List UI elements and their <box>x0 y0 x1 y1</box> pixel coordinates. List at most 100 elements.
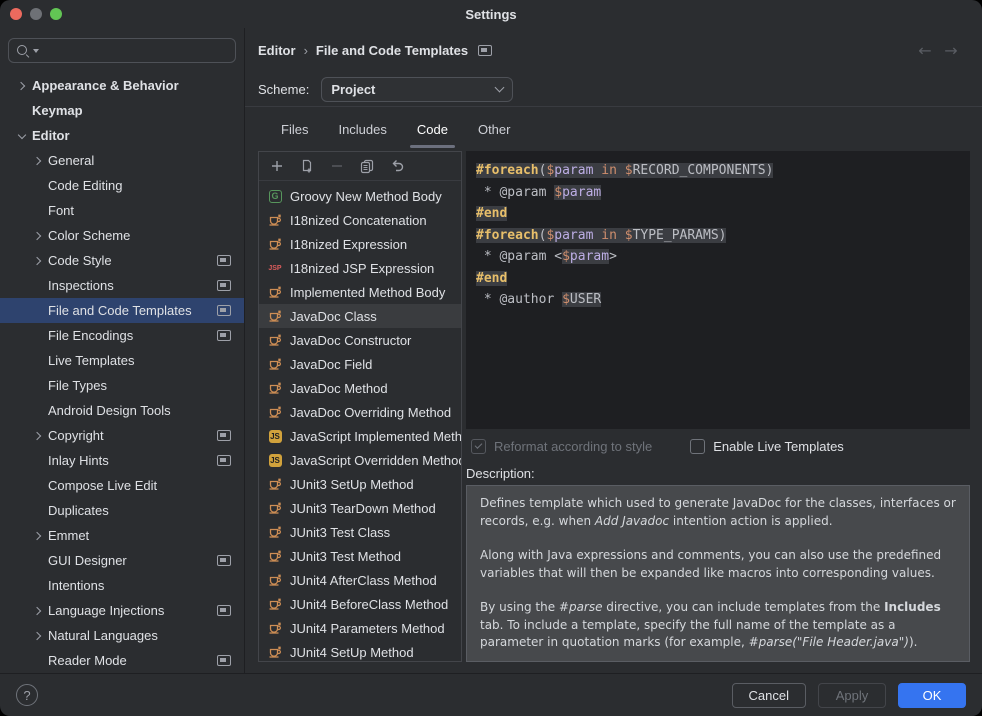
sidebar-item-code-style[interactable]: Code Style <box>0 248 244 273</box>
template-list-item[interactable]: JavaDoc Class <box>259 304 461 328</box>
settings-content: Editor › File and Code Templates ← → Sch… <box>245 28 982 673</box>
enable-live-templates-option[interactable]: Enable Live Templates <box>690 439 844 454</box>
template-list-item[interactable]: JUnit3 Test Class <box>259 520 461 544</box>
tree-chevron-right-icon[interactable] <box>12 83 32 89</box>
sidebar-item-color-scheme[interactable]: Color Scheme <box>0 223 244 248</box>
tree-chevron-right-icon[interactable] <box>28 233 48 239</box>
template-list-item[interactable]: JavaDoc Method <box>259 376 461 400</box>
duplicate-template-button[interactable] <box>355 155 379 177</box>
search-icon[interactable] <box>15 43 31 59</box>
reset-to-default-icon[interactable] <box>385 155 409 177</box>
sidebar-item-gui-designer[interactable]: GUI Designer <box>0 548 244 573</box>
scheme-row: Scheme: Project <box>258 72 982 106</box>
sidebar-item-reader-mode[interactable]: Reader Mode <box>0 648 244 673</box>
template-list-item[interactable]: JUnit4 SetUp Method <box>259 640 461 661</box>
ok-button[interactable]: OK <box>898 683 966 708</box>
template-name: I18nized Expression <box>290 237 407 252</box>
settings-search-field[interactable] <box>8 38 236 63</box>
template-list-item[interactable]: JUnit3 TearDown Method <box>259 496 461 520</box>
template-tabs: FilesIncludesCodeOther <box>258 107 982 151</box>
sidebar-item-file-and-code-templates[interactable]: File and Code Templates <box>0 298 244 323</box>
sidebar-item-label: General <box>48 153 94 168</box>
tab-other[interactable]: Other <box>465 107 524 151</box>
template-list-item[interactable]: I18nized Concatenation <box>259 208 461 232</box>
template-list-item[interactable]: JavaDoc Overriding Method <box>259 400 461 424</box>
sidebar-item-compose-live-edit[interactable]: Compose Live Edit <box>0 473 244 498</box>
breadcrumb-parent[interactable]: Editor <box>258 43 296 58</box>
apply-button[interactable]: Apply <box>818 683 886 708</box>
description-paragraph: By using the #parse directive, you can i… <box>480 599 956 652</box>
template-list-item[interactable]: JavaDoc Constructor <box>259 328 461 352</box>
sidebar-item-appearance-behavior[interactable]: Appearance & Behavior <box>0 73 244 98</box>
sidebar-item-file-encodings[interactable]: File Encodings <box>0 323 244 348</box>
tab-code[interactable]: Code <box>404 107 461 151</box>
back-arrow-button[interactable]: ← <box>912 41 938 60</box>
tree-chevron-right-icon[interactable] <box>28 533 48 539</box>
scheme-dropdown[interactable]: Project <box>321 77 513 102</box>
sidebar-item-general[interactable]: General <box>0 148 244 173</box>
tree-chevron-right-icon[interactable] <box>28 608 48 614</box>
template-code-editor[interactable]: #foreach($param in $RECORD_COMPONENTS) *… <box>466 151 970 429</box>
sidebar-item-live-templates[interactable]: Live Templates <box>0 348 244 373</box>
sidebar-item-editor[interactable]: Editor <box>0 123 244 148</box>
template-name: JUnit4 AfterClass Method <box>290 573 437 588</box>
tree-chevron-down-icon[interactable] <box>12 134 32 138</box>
window-title: Settings <box>0 7 982 22</box>
template-list-item[interactable]: JUnit4 AfterClass Method <box>259 568 461 592</box>
sidebar-item-duplicates[interactable]: Duplicates <box>0 498 244 523</box>
template-name: JUnit4 BeforeClass Method <box>290 597 448 612</box>
java-file-icon <box>267 332 283 348</box>
dialog-footer: ? Cancel Apply OK <box>0 673 982 716</box>
tree-chevron-right-icon[interactable] <box>28 158 48 164</box>
sidebar-item-label: Code Editing <box>48 178 122 193</box>
reformat-checkbox[interactable] <box>471 439 486 454</box>
tree-chevron-right-icon[interactable] <box>28 433 48 439</box>
search-input[interactable] <box>41 43 229 58</box>
sidebar-item-keymap[interactable]: Keymap <box>0 98 244 123</box>
search-options-caret-icon[interactable] <box>33 49 39 53</box>
cancel-button[interactable]: Cancel <box>732 683 806 708</box>
sidebar-item-copyright[interactable]: Copyright <box>0 423 244 448</box>
forward-arrow-button[interactable]: → <box>938 41 964 60</box>
template-list-item[interactable]: JUnit4 BeforeClass Method <box>259 592 461 616</box>
template-name: I18nized Concatenation <box>290 213 427 228</box>
reformat-checkbox-option[interactable]: Reformat according to style <box>471 439 652 454</box>
sidebar-item-intentions[interactable]: Intentions <box>0 573 244 598</box>
groovy-file-icon: G <box>267 188 283 204</box>
add-template-button[interactable] <box>265 155 289 177</box>
template-list-item[interactable]: Implemented Method Body <box>259 280 461 304</box>
description-panel[interactable]: Defines template which used to generate … <box>466 485 970 662</box>
sidebar-item-natural-languages[interactable]: Natural Languages <box>0 623 244 648</box>
tab-files[interactable]: Files <box>268 107 321 151</box>
template-list-item[interactable]: I18nized Expression <box>259 232 461 256</box>
template-list-item[interactable]: JSJavaScript Overridden Method <box>259 448 461 472</box>
copy-template-button[interactable] <box>295 155 319 177</box>
template-list-item[interactable]: JUnit3 SetUp Method <box>259 472 461 496</box>
code-line: * @author $USER <box>476 289 960 311</box>
template-list-item[interactable]: JSPI18nized JSP Expression <box>259 256 461 280</box>
template-list-item[interactable]: JUnit4 Parameters Method <box>259 616 461 640</box>
remove-template-button[interactable] <box>325 155 349 177</box>
template-list-item[interactable]: GGroovy New Method Body <box>259 184 461 208</box>
tab-includes[interactable]: Includes <box>325 107 399 151</box>
sidebar-item-code-editing[interactable]: Code Editing <box>0 173 244 198</box>
code-line: #end <box>476 268 960 290</box>
template-list-item[interactable]: JSJavaScript Implemented Method <box>259 424 461 448</box>
sidebar-item-emmet[interactable]: Emmet <box>0 523 244 548</box>
java-file-icon <box>267 380 283 396</box>
sidebar-item-font[interactable]: Font <box>0 198 244 223</box>
sidebar-item-language-injections[interactable]: Language Injections <box>0 598 244 623</box>
show-in-editor-icon <box>217 330 231 341</box>
tree-chevron-right-icon[interactable] <box>28 633 48 639</box>
template-list-item[interactable]: JUnit3 Test Method <box>259 544 461 568</box>
sidebar-item-inspections[interactable]: Inspections <box>0 273 244 298</box>
template-name: JUnit3 TearDown Method <box>290 501 436 516</box>
tree-chevron-right-icon[interactable] <box>28 258 48 264</box>
sidebar-item-android-design-tools[interactable]: Android Design Tools <box>0 398 244 423</box>
enable-live-templates-checkbox[interactable] <box>690 439 705 454</box>
sidebar-item-inlay-hints[interactable]: Inlay Hints <box>0 448 244 473</box>
template-name: JUnit3 Test Method <box>290 549 401 564</box>
template-list-item[interactable]: JavaDoc Field <box>259 352 461 376</box>
sidebar-item-file-types[interactable]: File Types <box>0 373 244 398</box>
help-button[interactable]: ? <box>16 684 38 706</box>
